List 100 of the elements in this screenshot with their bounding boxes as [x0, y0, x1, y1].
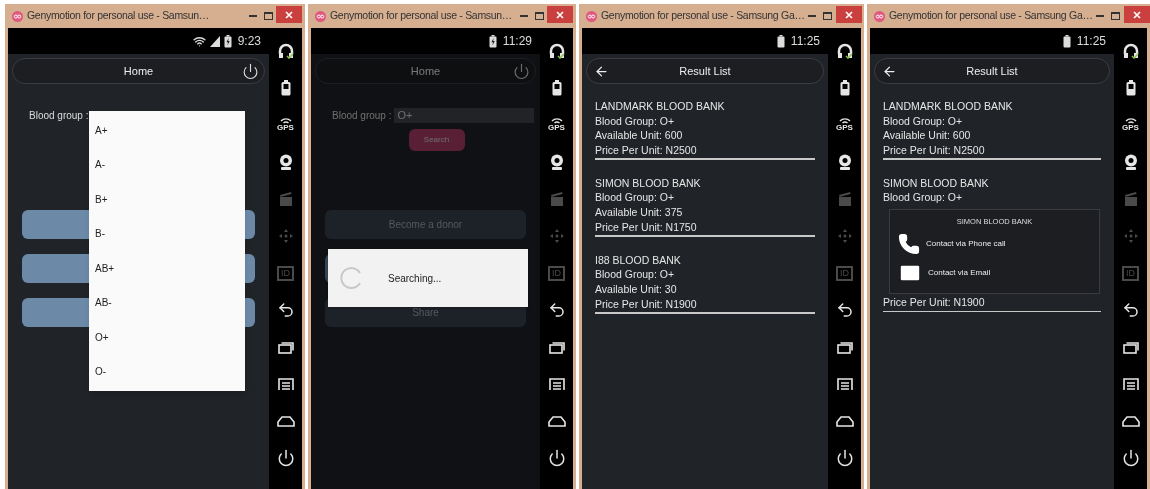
back-button[interactable] [593, 63, 609, 79]
bank-detail: Price Per Unit: N2500 [883, 142, 986, 158]
close-button[interactable] [1123, 6, 1150, 23]
bank-detail: Available Unit: 600 [883, 128, 972, 143]
power-icon [276, 449, 295, 467]
app-icon [12, 10, 23, 22]
dropdown-option[interactable]: A+ [89, 113, 245, 148]
webcam-icon [837, 154, 852, 170]
power-button[interactable] [241, 62, 259, 80]
recent-apps-icon [836, 340, 853, 354]
bank-detail: Price Per Unit: N2500 [595, 142, 698, 158]
bank-name: LANDMARK BLOOD BANK [595, 99, 726, 114]
close-icon [1132, 10, 1141, 19]
menu-icon [277, 377, 294, 391]
menu-icon [1122, 377, 1139, 391]
status-time: 11:29 [502, 33, 532, 50]
close-button[interactable] [547, 6, 573, 23]
clapperboard-icon [549, 192, 564, 206]
close-button[interactable] [835, 6, 862, 23]
minimize-icon [1096, 15, 1105, 17]
contact-option[interactable]: Contact via Email [890, 261, 1099, 286]
bank-detail: Blood Group: O+ [595, 113, 676, 129]
id-badge: ID [836, 265, 853, 281]
window-title: Genymotion for personal use - Samsun… [27, 8, 210, 24]
id-badge: ID [277, 265, 294, 281]
gps-button[interactable]: GPS [1117, 114, 1144, 136]
power-icon [1121, 449, 1140, 467]
headset-icon [277, 43, 294, 59]
phone-icon [898, 233, 920, 256]
gps-button[interactable]: GPS [543, 114, 570, 136]
dpad-icon [278, 229, 293, 243]
clapperboard-icon [278, 192, 293, 206]
maximize-icon [534, 12, 544, 20]
bank-detail: Blood Group: O+ [883, 113, 964, 129]
dropdown-option[interactable]: O- [89, 354, 245, 389]
bank-name: LANDMARK BLOOD BANK [883, 99, 1014, 114]
bank-name: SIMON BLOOD BANK [595, 175, 702, 191]
gps-label: GPS [548, 124, 565, 132]
close-icon [285, 10, 293, 19]
dropdown-option[interactable]: B+ [89, 182, 245, 217]
minimize-icon [519, 15, 528, 17]
dropdown-option[interactable]: AB+ [89, 251, 245, 286]
blood-group-label: Blood group : [332, 109, 392, 123]
bank-detail: Blood Group: O+ [883, 190, 964, 206]
header-title: Result List [678, 63, 732, 79]
status-time: 9:23 [237, 33, 261, 50]
gps-button[interactable]: GPS [831, 114, 858, 136]
dpad-icon [837, 229, 852, 243]
home-icon [276, 415, 295, 427]
bank-detail: Available Unit: 30 [595, 281, 678, 297]
menu-icon [836, 377, 853, 391]
battery-charging-icon [223, 34, 232, 48]
power-icon [835, 449, 854, 467]
bank-detail: Available Unit: 375 [595, 205, 684, 220]
id-badge: ID [1122, 265, 1139, 281]
battery-icon [839, 80, 850, 96]
bank-detail: Blood Group: O+ [595, 267, 676, 282]
gps-label: GPS [1122, 124, 1139, 132]
recent-apps-icon [1122, 340, 1139, 354]
maximize-icon [823, 12, 833, 20]
maximize-icon [263, 12, 273, 20]
window-title: Genymotion for personal use - Samsun… [330, 8, 513, 24]
menu-icon [548, 377, 565, 391]
power-icon [547, 449, 566, 467]
back-icon [835, 301, 854, 319]
power-icon [241, 62, 259, 80]
status-time: 11:25 [790, 33, 820, 50]
header-title: Result List [965, 63, 1019, 79]
dpad-icon [549, 229, 564, 243]
close-button[interactable] [276, 6, 302, 23]
wifi-icon [192, 34, 206, 48]
signal-waves-icon [838, 118, 851, 124]
battery-icon [1062, 34, 1071, 48]
bank-detail: Price Per Unit: N1750 [595, 219, 698, 235]
home-icon [1121, 415, 1140, 427]
dropdown-option[interactable]: AB- [89, 285, 245, 320]
signal-waves-icon [1124, 118, 1137, 124]
contact-option[interactable]: Contact via Phone call [890, 233, 1099, 256]
dropdown-option[interactable]: A- [89, 147, 245, 182]
signal-waves-icon [550, 118, 563, 124]
recent-apps-icon [277, 340, 294, 354]
headset-icon [836, 43, 853, 59]
gps-label: GPS [836, 124, 853, 132]
gps-button[interactable]: GPS [272, 114, 299, 136]
header-title: Home [122, 63, 155, 79]
maximize-icon [1111, 12, 1121, 20]
signal-icon [209, 35, 220, 47]
recent-apps-icon [548, 340, 565, 354]
dropdown-option[interactable]: B- [89, 216, 245, 251]
back-button[interactable] [881, 63, 897, 79]
headset-icon [1122, 43, 1139, 59]
bank-name: SIMON BLOOD BANK [883, 175, 990, 191]
window-title: Genymotion for personal use - Samsung Ga… [601, 8, 805, 24]
webcam-icon [549, 154, 564, 170]
webcam-icon [278, 154, 293, 170]
dropdown-option[interactable]: O+ [89, 320, 245, 355]
status-time: 11:25 [1076, 33, 1106, 50]
id-badge: ID [548, 265, 565, 281]
headset-icon [548, 43, 565, 59]
bank-detail: Available Unit: 600 [595, 128, 684, 143]
